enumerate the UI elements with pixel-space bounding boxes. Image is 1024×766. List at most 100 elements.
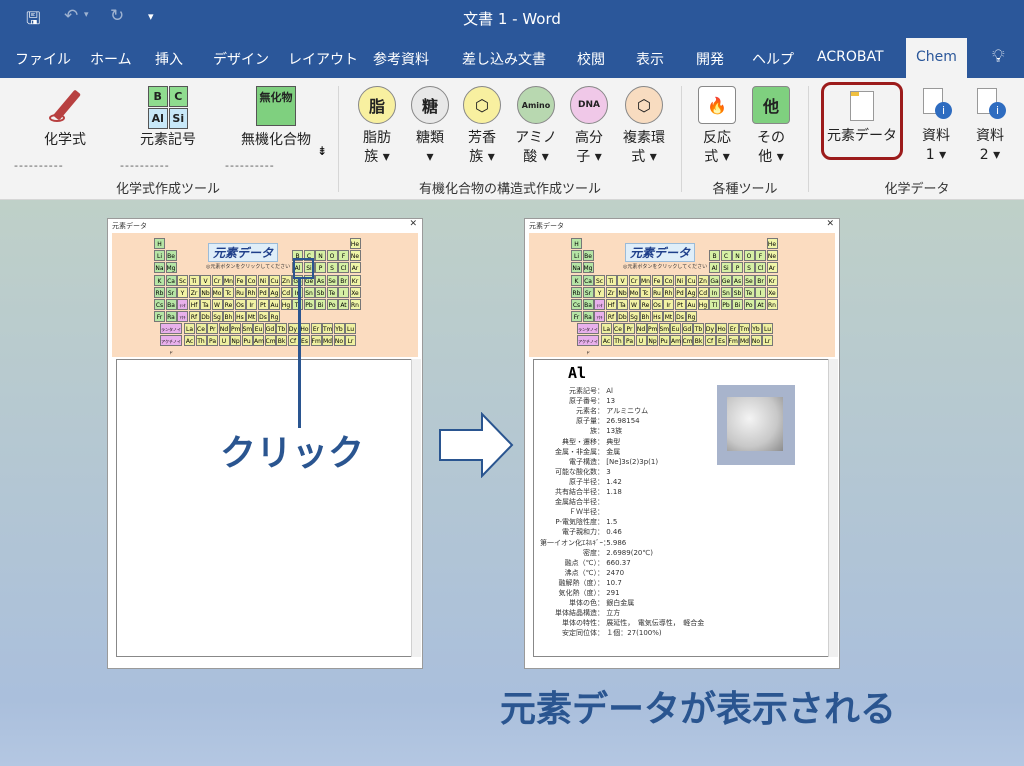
element-cl-button[interactable]: Cl xyxy=(755,262,766,274)
genso-kigo-button[interactable]: B C Al Si 元素記号 xyxy=(133,86,203,150)
element-re-button[interactable]: Re xyxy=(223,299,234,310)
element-db-button[interactable]: Db xyxy=(617,311,628,323)
element-pa-button[interactable]: Pa xyxy=(207,335,218,346)
element-np-button[interactable]: Np xyxy=(230,335,241,346)
element-rn-button[interactable]: Rn xyxy=(766,299,778,310)
element-p-button[interactable]: P xyxy=(315,262,326,274)
element-ag-button[interactable]: Ag xyxy=(269,286,280,298)
element-fe-button[interactable]: Fe xyxy=(651,274,663,286)
element-xe-button[interactable]: Xe xyxy=(766,286,778,298)
element-s-button[interactable]: S xyxy=(326,262,338,274)
element-pa-button[interactable]: Pa xyxy=(624,335,635,346)
element-ta-button[interactable]: Ta xyxy=(200,299,211,310)
element-fm-button[interactable]: Fm xyxy=(310,335,322,346)
element-pt-button[interactable]: Pt xyxy=(257,299,269,310)
element-rb-button[interactable]: Rb xyxy=(571,286,582,298)
element-ru-button[interactable]: Ru xyxy=(234,286,246,298)
element-er-button[interactable]: Er xyxy=(727,323,739,334)
element-lu-button[interactable]: Lu xyxy=(345,323,356,334)
element-c-button[interactable]: C xyxy=(720,250,732,262)
element-hg-button[interactable]: Hg xyxy=(280,299,292,310)
element-md-button[interactable]: Md xyxy=(322,335,333,346)
element-fr-button[interactable]: Fr xyxy=(571,311,582,323)
tab-layout[interactable]: レイアウト xyxy=(288,49,358,69)
element-cf-button[interactable]: Cf xyxy=(287,335,299,346)
element-md-button[interactable]: Md xyxy=(739,335,750,346)
element-bh-button[interactable]: Bh xyxy=(223,311,234,323)
element-pm-button[interactable]: Pm xyxy=(230,323,241,334)
element-tb-button[interactable]: Tb xyxy=(276,323,287,334)
element-pu-button[interactable]: Pu xyxy=(658,335,670,346)
element-zr-button[interactable]: Zr xyxy=(188,286,200,298)
vertical-scrollbar[interactable] xyxy=(828,359,838,657)
element-cs-button[interactable]: Cs xyxy=(154,299,165,310)
element-cr-button[interactable]: Cr xyxy=(211,274,223,286)
element-cf-button[interactable]: Cf xyxy=(704,335,716,346)
element-h-button[interactable]: H xyxy=(571,238,582,249)
element-mo-button[interactable]: Mo xyxy=(628,286,640,298)
hannoushiki-button[interactable]: 🔥 反応 式 ▾ xyxy=(694,86,740,167)
element-gd-button[interactable]: Gd xyxy=(264,323,276,334)
element-ac-button[interactable]: Ac xyxy=(601,335,612,346)
element-ce-button[interactable]: Ce xyxy=(612,323,624,334)
fukusokan-button[interactable]: ⬡ 複素環 式 ▾ xyxy=(617,86,671,167)
element-rb-button[interactable]: Rb xyxy=(154,286,165,298)
element-bk-button[interactable]: Bk xyxy=(276,335,287,346)
element-f-button[interactable]: F xyxy=(338,250,349,262)
element-si-button[interactable]: Si xyxy=(720,262,732,274)
element-ca-button[interactable]: Ca xyxy=(165,274,177,286)
element-ba-button[interactable]: Ba xyxy=(165,299,177,310)
element-ti-button[interactable]: Ti xyxy=(188,274,200,286)
element-au-button[interactable]: Au xyxy=(686,299,697,310)
tab-developer[interactable]: 開発 xyxy=(696,49,724,69)
element-s-button[interactable]: S xyxy=(743,262,755,274)
element-zn-button[interactable]: Zn xyxy=(280,274,292,286)
element-te-button[interactable]: Te xyxy=(743,286,755,298)
element-ni-button[interactable]: Ni xyxy=(674,274,686,286)
element-tc-button[interactable]: Tc xyxy=(223,286,234,298)
tab-review[interactable]: 校閲 xyxy=(577,49,605,69)
element-w-button[interactable]: W xyxy=(628,299,640,310)
element-mt-button[interactable]: Mt xyxy=(246,311,257,323)
element-n-button[interactable]: N xyxy=(315,250,326,262)
tab-references[interactable]: 参考資料 xyxy=(373,49,429,69)
element-ca-button[interactable]: Ca xyxy=(582,274,594,286)
element-li-button[interactable]: Li xyxy=(571,250,582,262)
element-pd-button[interactable]: Pd xyxy=(257,286,269,298)
element-yb-button[interactable]: Yb xyxy=(333,323,345,334)
element-u-button[interactable]: U xyxy=(218,335,230,346)
element-lr-button[interactable]: Lr xyxy=(762,335,773,346)
element-y-button[interactable]: Y xyxy=(177,286,188,298)
element-ga-button[interactable]: Ga xyxy=(709,274,720,286)
element-sb-button[interactable]: Sb xyxy=(732,286,743,298)
tab-file[interactable]: ファイル xyxy=(15,49,71,69)
element-as-button[interactable]: As xyxy=(315,274,326,286)
element-fr-button[interactable]: Fr xyxy=(154,311,165,323)
element-ho-button[interactable]: Ho xyxy=(716,323,727,334)
element-co-button[interactable]: Co xyxy=(246,274,257,286)
amino-button[interactable]: Amino アミノ 酸 ▾ xyxy=(512,86,560,167)
tab-help[interactable]: ヘルプ xyxy=(752,49,794,69)
element-co-button[interactable]: Co xyxy=(663,274,674,286)
element-rg-button[interactable]: Rg xyxy=(269,311,280,323)
vertical-scrollbar[interactable] xyxy=(411,359,421,657)
element-no-button[interactable]: No xyxy=(333,335,345,346)
element-rh-button[interactable]: Rh xyxy=(663,286,674,298)
element-kr-button[interactable]: Kr xyxy=(766,274,778,286)
element-ir-button[interactable]: Ir xyxy=(246,299,257,310)
element-cu-button[interactable]: Cu xyxy=(686,274,697,286)
element-po-button[interactable]: Po xyxy=(326,299,338,310)
element-in-button[interactable]: In xyxy=(709,286,720,298)
element-pd-button[interactable]: Pd xyxy=(674,286,686,298)
element-sr-button[interactable]: Sr xyxy=(582,286,594,298)
torui-button[interactable]: 糖 糖類 ▾ xyxy=(408,86,452,167)
element-v-button[interactable]: V xyxy=(200,274,211,286)
element-ds-button[interactable]: Ds xyxy=(674,311,686,323)
element-mg-button[interactable]: Mg xyxy=(165,262,177,274)
element-tb-button[interactable]: Tb xyxy=(693,323,704,334)
element-al-button[interactable]: Al xyxy=(709,262,720,274)
element-eu-button[interactable]: Eu xyxy=(670,323,681,334)
houkouzoku-button[interactable]: ⬡ 芳香 族 ▾ xyxy=(460,86,504,167)
element-th-button[interactable]: Th xyxy=(612,335,624,346)
element-at-button[interactable]: At xyxy=(755,299,766,310)
